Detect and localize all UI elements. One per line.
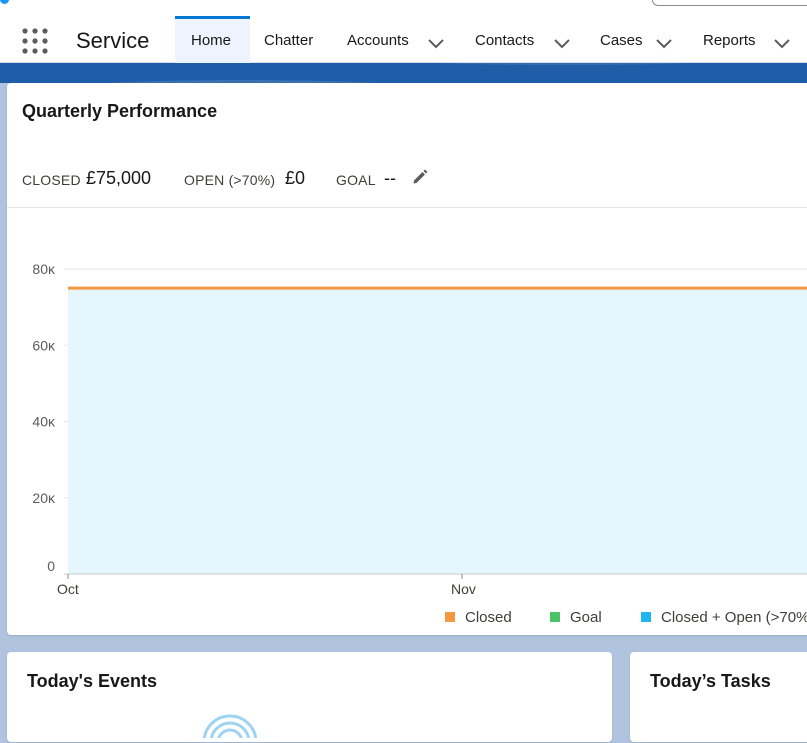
app-name: Service <box>76 28 150 53</box>
y-tick-label: 0 <box>47 558 55 574</box>
tab-home[interactable]: Home <box>175 16 250 63</box>
tab-chatter-label: Chatter <box>264 32 314 49</box>
todays-tasks-card: Today’s Tasks <box>630 652 807 742</box>
legend-label: Goal <box>570 609 602 626</box>
card-title: Today's Events <box>27 671 157 691</box>
reports-menu-chevron-down-icon[interactable] <box>774 36 790 54</box>
tab-contacts-label: Contacts <box>475 32 535 49</box>
legend-swatch <box>641 612 651 622</box>
tab-cases[interactable]: Cases <box>600 16 643 63</box>
cases-menu-chevron-down-icon[interactable] <box>656 36 672 54</box>
tab-chatter[interactable]: Chatter <box>264 16 313 63</box>
tab-accounts[interactable]: Accounts <box>347 16 409 63</box>
quarterly-performance-chart: 0 20ᴋ 40ᴋ 60ᴋ 80ᴋ Oct Nov Closed Goal Closed + Op… <box>32 261 807 626</box>
tab-accounts-label: Accounts <box>347 32 409 49</box>
global-search-box[interactable] <box>652 0 807 6</box>
tab-cases-label: Cases <box>600 32 643 49</box>
global-header: Service Home Chatter Accounts Contacts C… <box>0 0 807 63</box>
y-tick-label: 20ᴋ <box>32 490 56 506</box>
events-empty-state-illustration <box>200 708 264 743</box>
todays-events-card: Today's Events <box>7 652 612 743</box>
tab-contacts[interactable]: Contacts <box>475 16 534 63</box>
x-tick-label: Nov <box>451 581 476 597</box>
y-tick-label: 60ᴋ <box>32 337 56 353</box>
closed-plus-open-area <box>68 288 807 574</box>
accounts-menu-chevron-down-icon[interactable] <box>428 36 444 54</box>
y-tick-label: 40ᴋ <box>32 414 56 430</box>
card-title: Today’s Tasks <box>650 671 771 691</box>
legend-label: Closed <box>465 609 512 626</box>
x-tick-label: Oct <box>57 581 79 597</box>
partial-logo <box>0 0 9 4</box>
header-banner <box>0 63 807 83</box>
y-tick-label: 80ᴋ <box>32 261 56 277</box>
tab-home-label: Home <box>191 32 232 49</box>
legend-swatch <box>445 612 455 622</box>
tab-reports[interactable]: Reports <box>703 16 756 63</box>
legend-swatch <box>550 612 560 622</box>
contacts-menu-chevron-down-icon[interactable] <box>554 36 570 54</box>
tab-reports-label: Reports <box>703 32 756 49</box>
quarterly-performance-card: Quarterly Performance CLOSED £75,000 OPE… <box>7 83 807 635</box>
legend-label: Closed + Open (>70%) <box>661 609 807 626</box>
app-launcher-grid-icon[interactable] <box>21 27 49 55</box>
